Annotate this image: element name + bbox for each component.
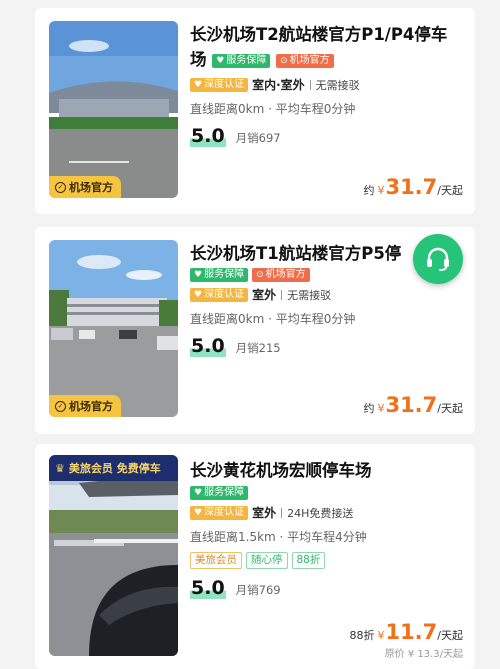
- check-circle-icon: ⊙: [256, 270, 264, 280]
- check-circle-icon: ✓: [55, 400, 66, 412]
- service-guarantee-tag: ♥ 服务保障: [212, 53, 271, 68]
- check-circle-icon: ⊙: [280, 55, 288, 66]
- rating-score: 5.0: [190, 335, 226, 357]
- airport-official-badge: ✓ 机场官方: [49, 395, 121, 417]
- parking-photo: ✓ 机场官方: [49, 21, 178, 198]
- heart-icon: ♥: [194, 79, 203, 90]
- certified-tag: ♥ 深度认证: [190, 77, 249, 92]
- location-type: 室外: [252, 506, 277, 520]
- parking-list: ✓ 机场官方 长沙机场T2航站楼官方P1/P4停车场 ♥ 服务保障 ⊙ 机场官方 ♥…: [0, 0, 500, 669]
- divider: [281, 507, 283, 518]
- parking-title[interactable]: 长沙黄花机场宏顺停车场: [190, 458, 463, 483]
- shuttle-info: 无需接驳: [287, 288, 332, 302]
- price: 约 ¥ 31.7 /天起: [363, 175, 463, 199]
- parking-photo: ♛ 美旅会员 免费停车: [49, 455, 178, 656]
- shuttle-info: 无需接驳: [315, 78, 360, 92]
- chip-discount: 88折: [291, 552, 326, 569]
- distance-info: 直线距离0km · 平均车程0分钟: [190, 312, 356, 326]
- parking-photo: ✓ 机场官方: [49, 240, 178, 417]
- certified-tag: ♥ 深度认证: [190, 287, 249, 302]
- price: 约 ¥ 31.7 /天起: [363, 393, 463, 417]
- monthly-sales: 月销215: [235, 341, 281, 355]
- headset-icon: [427, 247, 449, 271]
- monthly-sales: 月销697: [235, 131, 281, 145]
- parking-card[interactable]: ✓ 机场官方 长沙机场T2航站楼官方P1/P4停车场 ♥ 服务保障 ⊙ 机场官方 ♥…: [35, 8, 475, 214]
- certified-tag: ♥ 深度认证: [190, 505, 249, 520]
- heart-icon: ♥: [194, 289, 203, 300]
- shield-icon: ♥: [194, 488, 203, 498]
- airport-official-badge: ✓ 机场官方: [49, 176, 121, 198]
- service-guarantee-tag: ♥ 服务保障: [190, 486, 249, 500]
- shield-icon: ♥: [216, 55, 225, 66]
- chip-member: 美旅会员: [190, 552, 242, 569]
- check-circle-icon: ✓: [55, 181, 66, 193]
- airport-official-tag: ⊙ 机场官方: [252, 268, 310, 282]
- rating-score: 5.0: [190, 125, 226, 147]
- shuttle-info: 24H免费接送: [287, 506, 354, 520]
- parking-title[interactable]: 长沙机场T2航站楼官方P1/P4停车场 ♥ 服务保障 ⊙ 机场官方: [190, 22, 463, 72]
- heart-icon: ♥: [194, 507, 203, 518]
- monthly-sales: 月销769: [235, 583, 281, 597]
- location-type: 室内·室外: [252, 78, 305, 92]
- customer-service-button[interactable]: [413, 234, 463, 284]
- shield-icon: ♥: [194, 270, 203, 280]
- rating-score: 5.0: [190, 577, 226, 599]
- price: 88折 ¥ 11.7 /天起: [349, 620, 463, 644]
- chip-flexible: 随心停: [246, 552, 288, 569]
- divider: [309, 79, 311, 90]
- service-guarantee-tag: ♥ 服务保障: [190, 268, 249, 282]
- original-price: 原价 ¥ 13.3/天起: [384, 649, 463, 660]
- location-type: 室外: [252, 288, 277, 302]
- parking-card[interactable]: ✓ 机场官方 长沙机场T1航站楼官方P5停 ♥ 服务保障 ⊙ 机场官方 ♥ 深度认证 …: [35, 227, 475, 434]
- member-promo-tag: ♛ 美旅会员 免费停车: [49, 455, 178, 481]
- discount-label: 88折: [349, 629, 375, 642]
- divider: [281, 289, 283, 300]
- crown-icon: ♛: [55, 461, 65, 475]
- feature-chips: 美旅会员 随心停 88折: [190, 552, 463, 569]
- distance-info: 直线距离0km · 平均车程0分钟: [190, 102, 356, 116]
- parking-card[interactable]: ♛ 美旅会员 免费停车 长沙黄花机场宏顺停车场 ♥ 服务保障 ♥ 深度认证 室外 2…: [35, 444, 475, 669]
- airport-official-tag: ⊙ 机场官方: [276, 53, 334, 68]
- distance-info: 直线距离1.5km · 平均车程4分钟: [190, 530, 367, 544]
